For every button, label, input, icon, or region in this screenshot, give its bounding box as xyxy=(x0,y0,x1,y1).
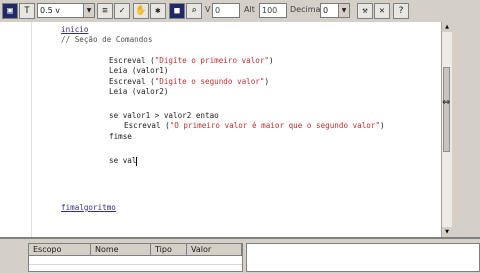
scroll-down-icon[interactable]: ▼ xyxy=(442,227,452,237)
list-icon[interactable]: ≡ xyxy=(97,3,113,19)
code-line-se: se valor1 > valor2 entao xyxy=(109,111,219,120)
vc-field[interactable]: 0 xyxy=(212,3,240,18)
decimal-label: Decimal xyxy=(290,5,323,14)
variables-table: Escopo Nome Tipo Valor xyxy=(28,243,243,273)
screen-icon[interactable]: ■ xyxy=(169,3,185,19)
typed-text: se val xyxy=(109,156,137,165)
code-line-fimse: fimse xyxy=(109,132,132,141)
debug-icon[interactable]: ✱ xyxy=(150,3,166,19)
decimal-value: 0 xyxy=(323,6,329,15)
alt-field[interactable]: 100 xyxy=(259,3,287,18)
string-literal: "Digite o primeiro valor" xyxy=(154,56,270,65)
editor-scrollbar[interactable]: ▲ ▼ xyxy=(441,22,452,237)
code-line-escreval-3: Escreval ("O primeiro valor é maior que … xyxy=(124,121,385,131)
close-icon[interactable]: ✕ xyxy=(374,3,390,19)
close-paren: ) xyxy=(380,121,385,130)
escreval-keyword: Escreval ( xyxy=(109,56,155,65)
search-icon[interactable]: ⌕ xyxy=(186,3,202,19)
help-icon[interactable]: ? xyxy=(393,3,409,19)
escreval-keyword: Escreval ( xyxy=(109,77,155,86)
close-paren: ) xyxy=(269,56,274,65)
code-line-leia-1: Leia (valor1) xyxy=(109,66,169,75)
column-header-tipo[interactable]: Tipo xyxy=(151,244,187,256)
alt-label: Alt xyxy=(244,5,255,14)
column-header-escopo[interactable]: Escopo xyxy=(29,244,91,256)
font-icon[interactable]: T xyxy=(19,3,35,19)
code-editor[interactable]: inicio // Seção de Comandos Escreval ("D… xyxy=(0,22,442,237)
string-literal: "Digite o segundo valor" xyxy=(154,77,265,86)
bottom-panel: Escopo Nome Tipo Valor xyxy=(0,237,480,273)
chevron-down-icon[interactable]: ▼ xyxy=(338,4,349,17)
close-paren: ) xyxy=(264,77,270,86)
editor-gutter xyxy=(0,22,32,237)
code-line-escreval-2: Escreval ("Digite o segundo valor") xyxy=(109,77,269,87)
toolbar: ▣ T 0.5 v ▼ ≡ ✓ ✋ ✱ ■ ⌕ V C 0 Alt 100 De… xyxy=(0,0,480,23)
font-size-value: 0.5 v xyxy=(40,6,60,15)
output-panel xyxy=(246,243,480,272)
run-icon[interactable]: ▣ xyxy=(2,3,18,19)
code-line-comment: // Seção de Comandos xyxy=(61,35,153,44)
code-line-leia-2: Leia (valor2) xyxy=(109,87,169,96)
text-caret xyxy=(136,156,138,166)
scrollbar-thumb[interactable] xyxy=(443,67,450,152)
code-line-se-partial: se val xyxy=(109,156,138,166)
code-line-inicio: inicio xyxy=(61,25,89,34)
code-line-escreval-1: Escreval ("Digite o primeiro valor") xyxy=(109,56,274,66)
font-size-select[interactable]: 0.5 v ▼ xyxy=(37,3,95,18)
string-literal: "O primeiro valor é maior que o segundo … xyxy=(169,121,381,130)
check-icon[interactable]: ✓ xyxy=(114,3,130,19)
mouse-cursor-icon: ⇔ xyxy=(442,97,451,108)
column-header-nome[interactable]: Nome xyxy=(91,244,151,256)
hand-icon[interactable]: ✋ xyxy=(133,3,149,19)
side-panel xyxy=(452,22,480,237)
chevron-down-icon[interactable]: ▼ xyxy=(83,4,94,17)
scroll-up-icon[interactable]: ▲ xyxy=(442,22,452,32)
decimal-select[interactable]: 0 ▼ xyxy=(320,3,350,18)
table-row xyxy=(29,264,242,273)
column-header-valor[interactable]: Valor xyxy=(187,244,242,256)
tools-icon[interactable]: ⚒ xyxy=(357,3,373,19)
code-line-fimalgoritmo: fimalgoritmo xyxy=(61,203,116,212)
escreval-keyword: Escreval ( xyxy=(124,121,170,130)
